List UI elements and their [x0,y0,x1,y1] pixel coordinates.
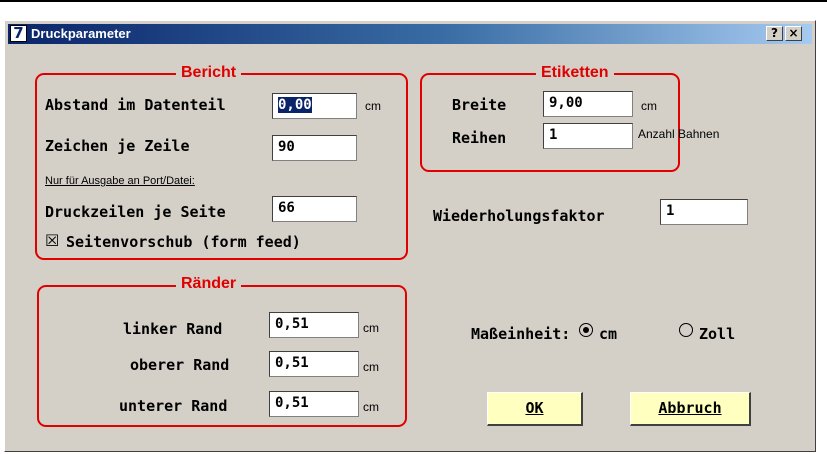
formfeed-label[interactable]: Seitenvorschub (form feed) [66,233,301,251]
etiketten-legend: Etiketten [536,64,614,82]
app-icon: 7 [10,25,27,42]
abstand-label: Abstand im Datenteil [45,96,226,114]
linker-rand-label: linker Rand [123,320,223,338]
wiederholung-input[interactable]: 1 [660,199,748,225]
breite-input[interactable]: 9,00 [543,91,633,117]
reihen-input[interactable]: 1 [543,123,633,149]
oberer-rand-unit: cm [363,360,379,374]
window-title: Druckparameter [31,26,131,41]
radio-cm-label[interactable]: cm [599,325,617,343]
unterer-rand-unit: cm [363,400,379,414]
abstand-input[interactable]: 0,00 [272,93,357,119]
radio-zoll[interactable] [679,323,693,337]
formfeed-checkbox[interactable]: ☒ [45,232,59,250]
ok-button[interactable]: OK [487,392,583,426]
oberer-rand-input[interactable]: 0,51 [269,351,359,377]
bericht-legend: Bericht [176,64,242,82]
raender-legend: Ränder [176,275,242,293]
reihen-label: Reihen [452,129,507,147]
close-button[interactable]: × [785,26,802,41]
breite-label: Breite [452,96,507,114]
druckzeilen-input[interactable]: 66 [272,196,357,222]
abbruch-button[interactable]: Abbruch [630,392,751,426]
linker-rand-input[interactable]: 0,51 [269,312,359,338]
help-button[interactable]: ? [766,26,783,41]
unterer-rand-label: unterer Rand [119,397,228,415]
unterer-rand-input[interactable]: 0,51 [269,391,359,417]
oberer-rand-label: oberer Rand [130,356,230,374]
masseinheit-label: Maßeinheit: [471,325,571,343]
top-border-line [0,0,827,2]
wiederholung-label: Wiederholungsfaktor [433,207,605,225]
breite-unit: cm [641,99,657,113]
linker-rand-unit: cm [363,321,379,335]
abstand-unit: cm [365,99,381,113]
zeichen-input[interactable]: 90 [272,135,357,161]
druckzeilen-label: Druckzeilen je Seite [45,203,226,221]
zeichen-label: Zeichen je Zeile [45,137,190,155]
radio-zoll-label[interactable]: Zoll [699,325,735,343]
reihen-unit: Anzahl Bahnen [638,127,720,141]
abstand-value: 0,00 [278,97,312,113]
radio-cm-dot [583,327,589,333]
radio-cm[interactable] [579,323,593,337]
port-note: Nur für Ausgabe an Port/Datei: [45,175,195,187]
